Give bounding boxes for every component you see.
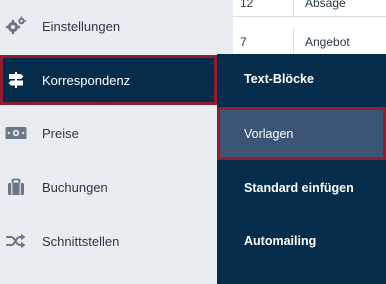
shuffle-icon — [5, 230, 27, 252]
submenu-item-label: Text-Blöcke — [244, 72, 314, 86]
table-cell-type: Absage — [305, 0, 346, 10]
table-row[interactable]: 12 Absage — [233, 0, 386, 17]
correspondence-table: 12 Absage 7 Angebot — [233, 0, 386, 54]
sidebar-item-buchungen[interactable]: Buchungen — [0, 167, 217, 207]
gears-icon — [5, 15, 27, 37]
submenu-item-vorlagen[interactable]: Vorlagen — [217, 107, 386, 160]
sidebar-item-schnittstellen[interactable]: Schnittstellen — [0, 221, 217, 261]
sidebar-item-label: Korrespondenz — [42, 72, 131, 88]
money-icon — [5, 122, 27, 144]
sidebar-item-label: Einstellungen — [42, 18, 121, 34]
table-cell-id: 12 — [233, 0, 294, 16]
sidebar-item-label: Buchungen — [42, 179, 108, 195]
table-row[interactable]: 7 Angebot — [233, 28, 386, 54]
sidebar: Einstellungen Korrespondenz Preise Buchu… — [0, 0, 217, 284]
sidebar-item-einstellungen[interactable]: Einstellungen — [0, 6, 217, 46]
submenu-item-label: Vorlagen — [244, 126, 294, 141]
submenu-item-text-bloecke[interactable]: Text-Blöcke — [217, 55, 386, 103]
suitcase-icon — [5, 176, 27, 198]
submenu-item-label: Automailing — [244, 234, 317, 248]
sidebar-item-label: Preise — [42, 125, 79, 141]
korrespondenz-submenu: Text-Blöcke Vorlagen Standard einfügen A… — [217, 54, 386, 284]
signpost-icon — [5, 69, 27, 91]
table-cell-id: 7 — [233, 28, 294, 54]
sidebar-item-preise[interactable]: Preise — [0, 113, 217, 153]
submenu-item-automailing[interactable]: Automailing — [217, 217, 386, 265]
sidebar-item-korrespondenz[interactable]: Korrespondenz — [0, 55, 217, 105]
table-cell-type: Angebot — [305, 34, 350, 49]
sidebar-item-label: Schnittstellen — [42, 233, 120, 249]
submenu-item-label: Standard einfügen — [244, 181, 354, 195]
submenu-item-standard-einfuegen[interactable]: Standard einfügen — [217, 164, 386, 212]
